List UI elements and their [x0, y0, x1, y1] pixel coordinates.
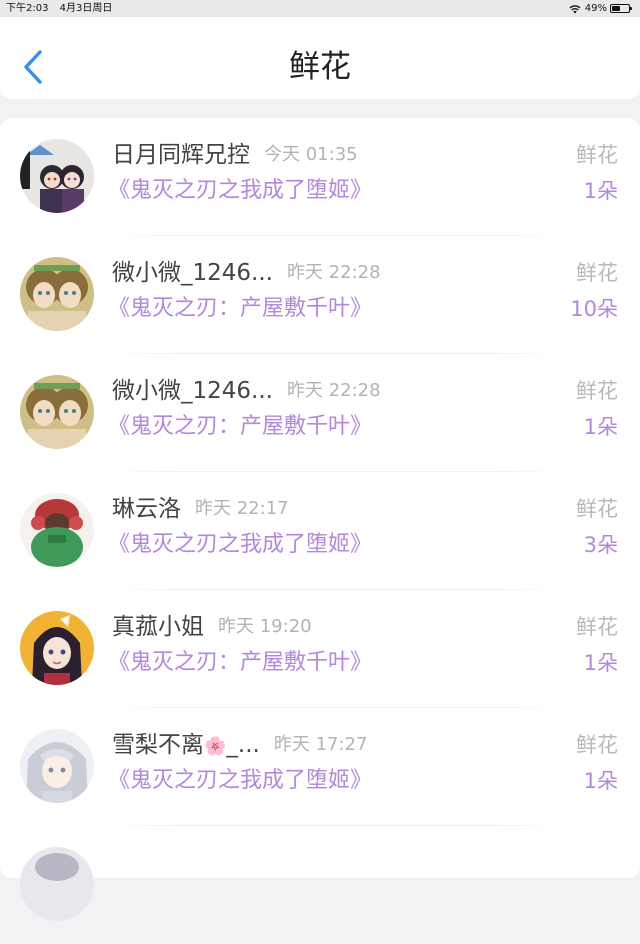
- user-name-text: 真菰小姐: [112, 614, 204, 640]
- gift-type-label: 鲜花: [576, 379, 618, 403]
- user-name-text: 琳云洛: [112, 496, 181, 522]
- list-item[interactable]: 微小微_1246... 昨天 22:28 《鬼灭之刃：产屋敷千叶》 鲜花 10朵: [0, 236, 640, 354]
- status-left: 下午2:03 4月3日周日: [6, 0, 120, 17]
- book-title[interactable]: 《鬼灭之刃之我成了堕姬》: [108, 766, 372, 796]
- avatar[interactable]: [20, 139, 94, 213]
- user-name[interactable]: 真菰小姐 昨天 19:20: [112, 612, 312, 644]
- gift-count: 1朵: [583, 415, 618, 439]
- gift-type-label: 鲜花: [576, 733, 618, 757]
- user-name-text: 微小微_1246...: [112, 378, 273, 404]
- gift-count: 1朵: [583, 179, 618, 203]
- avatar[interactable]: [20, 729, 94, 803]
- list-item[interactable]: 真菰小姐 昨天 19:20 《鬼灭之刃：产屋敷千叶》 鲜花 1朵: [0, 590, 640, 708]
- book-title[interactable]: 《鬼灭之刃：产屋敷千叶》: [108, 412, 372, 442]
- user-name[interactable]: 微小微_1246... 昨天 22:28: [112, 376, 381, 408]
- timestamp: 昨天 22:17: [195, 498, 289, 519]
- status-right: 49%: [569, 0, 632, 17]
- status-date: 4月3日周日: [59, 3, 113, 14]
- avatar[interactable]: [20, 611, 94, 685]
- status-time: 下午2:03: [6, 3, 49, 14]
- gift-count: 1朵: [583, 769, 618, 793]
- gift-type-label: 鲜花: [576, 261, 618, 285]
- wifi-icon: [569, 4, 581, 13]
- user-name[interactable]: 日月同辉兄控 今天 01:35: [112, 140, 358, 172]
- list-item[interactable]: 微小微_1246... 昨天 22:28 《鬼灭之刃：产屋敷千叶》 鲜花 1朵: [0, 354, 640, 472]
- timestamp: 今天 01:35: [264, 144, 358, 165]
- battery-fill: [612, 6, 620, 11]
- list-item[interactable]: 雪梨不离🌸_... 昨天 17:27 《鬼灭之刃之我成了堕姬》 鲜花 1朵: [0, 708, 640, 826]
- gift-count: 1朵: [583, 651, 618, 675]
- page-title: 鲜花: [289, 49, 351, 85]
- battery-percent: 49%: [584, 3, 607, 14]
- book-title[interactable]: 《鬼灭之刃：产屋敷千叶》: [108, 294, 372, 324]
- list-item[interactable]: 琳云洛 昨天 22:17 《鬼灭之刃之我成了堕姬》 鲜花 3朵: [0, 472, 640, 590]
- user-name-text: 日月同辉兄控: [112, 142, 250, 168]
- gift-type-label: 鲜花: [576, 143, 618, 167]
- user-name-text: 微小微_1246...: [112, 260, 273, 286]
- avatar[interactable]: [20, 375, 94, 449]
- book-title[interactable]: 《鬼灭之刃之我成了堕姬》: [108, 176, 372, 206]
- timestamp: 昨天 22:28: [286, 380, 381, 401]
- user-name[interactable]: 琳云洛 昨天 22:17: [112, 494, 289, 526]
- user-name[interactable]: 雪梨不离🌸_... 昨天 17:27: [112, 730, 367, 762]
- gift-type-label: 鲜花: [576, 497, 618, 521]
- nav-header: 鲜花: [0, 17, 640, 99]
- avatar[interactable]: [20, 257, 94, 331]
- cherry-blossom-icon: 🌸: [204, 736, 227, 757]
- timestamp: 昨天 19:20: [218, 616, 312, 637]
- user-name-text: 雪梨不离: [112, 732, 204, 758]
- avatar[interactable]: [20, 847, 94, 921]
- book-title[interactable]: 《鬼灭之刃之我成了堕姬》: [108, 530, 372, 560]
- timestamp: 昨天 17:27: [273, 734, 368, 755]
- timestamp: 昨天 22:28: [286, 262, 381, 283]
- user-name-suffix: _...: [226, 732, 260, 758]
- gift-list: 日月同辉兄控 今天 01:35 《鬼灭之刃之我成了堕姬》 鲜花 1朵 微小微_1…: [0, 118, 640, 921]
- gift-type-label: 鲜花: [576, 615, 618, 639]
- list-item[interactable]: 日月同辉兄控 今天 01:35 《鬼灭之刃之我成了堕姬》 鲜花 1朵: [0, 118, 640, 236]
- gift-count: 3朵: [583, 533, 618, 557]
- list-item[interactable]: [0, 826, 640, 944]
- book-title[interactable]: 《鬼灭之刃：产屋敷千叶》: [108, 648, 372, 678]
- battery-icon: [610, 4, 632, 13]
- user-name[interactable]: 微小微_1246... 昨天 22:28: [112, 258, 381, 290]
- avatar[interactable]: [20, 493, 94, 567]
- gift-count: 10朵: [570, 297, 618, 321]
- status-bar: 下午2:03 4月3日周日 49%: [0, 0, 640, 17]
